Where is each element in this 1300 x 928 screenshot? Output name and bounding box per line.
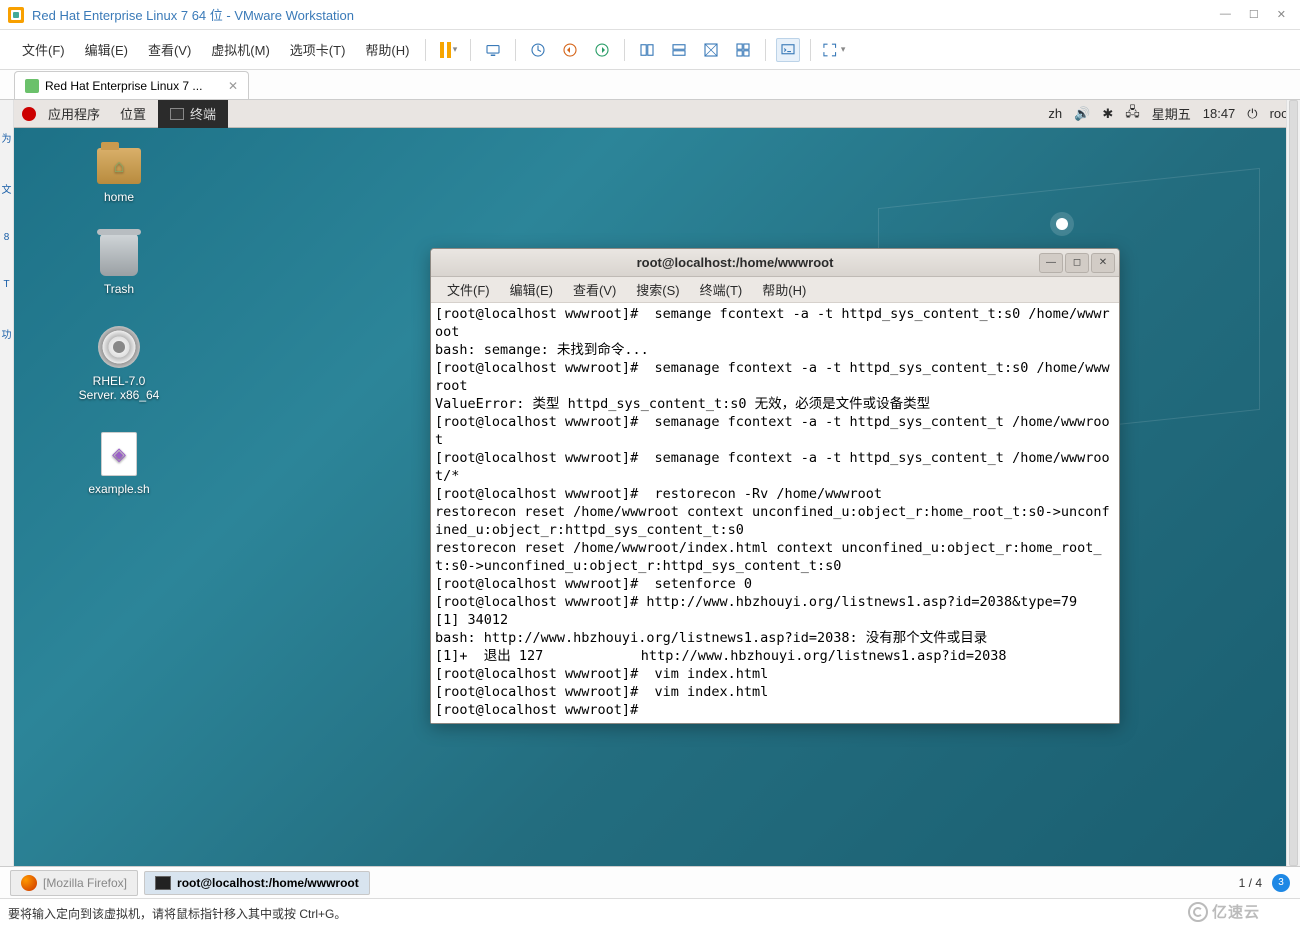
power-icon[interactable]: ⏻ xyxy=(1247,106,1257,122)
clock[interactable]: 18:47 xyxy=(1203,106,1236,121)
gnome-terminal-tab[interactable]: 终端 xyxy=(158,100,228,128)
layout-single-icon[interactable] xyxy=(635,38,659,62)
fullscreen-icon[interactable]: ▾ xyxy=(821,38,845,62)
desktop-icon-label: Trash xyxy=(104,282,134,296)
host-taskbar: [Mozilla Firefox] root@localhost:/home/w… xyxy=(0,866,1300,898)
guest-desktop[interactable]: 应用程序 位置 终端 zh 🔊 ✱ 🖧 星期五 18:47 ⏻ root xyxy=(14,100,1300,866)
vmware-status-bar: 要将输入定向到该虚拟机，请将鼠标指针移入其中或按 Ctrl+G。 xyxy=(0,898,1300,928)
desktop-icons: home Trash RHEL-7.0 Server. x86_64 examp… xyxy=(74,148,164,496)
terminal-body[interactable]: [root@localhost wwwroot]# semange fconte… xyxy=(431,303,1119,723)
taskbar-terminal-label: root@localhost:/home/wwwroot xyxy=(177,876,359,890)
pause-button[interactable]: ▾ xyxy=(436,38,460,62)
vmware-tabs-row: Red Hat Enterprise Linux 7 ... ✕ xyxy=(0,70,1300,100)
maximize-button[interactable]: ☐ xyxy=(1249,8,1259,21)
vmware-titlebar: Red Hat Enterprise Linux 7 64 位 - VMware… xyxy=(0,0,1300,30)
taskbar-terminal[interactable]: root@localhost:/home/wwwroot xyxy=(144,871,370,895)
strip-item: 功 xyxy=(2,326,12,341)
weekday: 星期五 xyxy=(1152,104,1191,123)
desktop-icon-label: example.sh xyxy=(88,482,149,496)
folder-icon xyxy=(97,148,141,184)
term-menu-search[interactable]: 搜索(S) xyxy=(626,280,689,299)
menu-edit[interactable]: 编辑(E) xyxy=(75,40,138,59)
snapshot-revert-icon[interactable] xyxy=(558,38,582,62)
terminal-menubar: 文件(F) 编辑(E) 查看(V) 搜索(S) 终端(T) 帮助(H) xyxy=(431,277,1119,303)
terminal-small-icon xyxy=(155,876,171,890)
strip-item: T xyxy=(3,279,9,290)
terminal-title: root@localhost:/home/wwwroot xyxy=(431,255,1039,270)
disc-icon xyxy=(98,326,140,368)
taskbar-firefox-label: [Mozilla Firefox] xyxy=(43,876,127,890)
terminal-close-button[interactable]: ✕ xyxy=(1091,253,1115,273)
snapshot-icon[interactable] xyxy=(526,38,550,62)
desktop-icon-label: home xyxy=(104,190,134,204)
notification-badge[interactable]: 3 xyxy=(1272,874,1290,892)
desktop-icon-disc[interactable]: RHEL-7.0 Server. x86_64 xyxy=(74,326,164,402)
scroll-thumb[interactable] xyxy=(1289,100,1298,866)
gnome-places[interactable]: 位置 xyxy=(112,104,154,123)
watermark-icon xyxy=(1188,902,1208,922)
watermark-text: 亿速云 xyxy=(1212,901,1260,922)
term-menu-file[interactable]: 文件(F) xyxy=(437,280,500,299)
watermark: 亿速云 xyxy=(1188,901,1260,922)
snapshot-manage-icon[interactable] xyxy=(590,38,614,62)
gnome-applications[interactable]: 应用程序 xyxy=(40,104,108,123)
bluetooth-icon[interactable]: ✱ xyxy=(1102,106,1113,122)
guest-scrollbar[interactable] xyxy=(1286,100,1300,866)
desktop-icon-label: RHEL-7.0 Server. x86_64 xyxy=(74,374,164,402)
term-menu-help[interactable]: 帮助(H) xyxy=(752,280,816,299)
terminal-icon xyxy=(170,108,184,120)
strip-item: 为 xyxy=(2,130,12,145)
network-icon[interactable]: 🖧 xyxy=(1125,103,1140,125)
vm-tab-close-icon[interactable]: ✕ xyxy=(228,79,238,93)
vmware-logo-icon xyxy=(8,7,24,23)
unity-icon[interactable] xyxy=(699,38,723,62)
desktop-icon-trash[interactable]: Trash xyxy=(74,234,164,296)
thumbnail-icon[interactable] xyxy=(731,38,755,62)
menu-tabs[interactable]: 选项卡(T) xyxy=(280,40,356,59)
term-menu-edit[interactable]: 编辑(E) xyxy=(500,280,563,299)
strip-item: 文 xyxy=(2,181,12,196)
vm-tab-icon xyxy=(25,79,39,93)
vm-tab-label: Red Hat Enterprise Linux 7 ... xyxy=(45,79,202,93)
volume-icon[interactable]: 🔊 xyxy=(1074,106,1090,122)
terminal-window[interactable]: root@localhost:/home/wwwroot — ◻ ✕ 文件(F)… xyxy=(430,248,1120,724)
firefox-icon xyxy=(21,875,37,891)
term-menu-view[interactable]: 查看(V) xyxy=(563,280,626,299)
workspace-indicator[interactable]: 1 / 4 xyxy=(1239,876,1262,890)
vmware-menubar: 文件(F) 编辑(E) 查看(V) 虚拟机(M) 选项卡(T) 帮助(H) ▾ … xyxy=(0,30,1300,70)
input-lang[interactable]: zh xyxy=(1048,106,1062,121)
desktop-icon-example[interactable]: example.sh xyxy=(74,432,164,496)
terminal-titlebar[interactable]: root@localhost:/home/wwwroot — ◻ ✕ xyxy=(431,249,1119,277)
menu-view[interactable]: 查看(V) xyxy=(138,40,201,59)
gnome-terminal-tab-label: 终端 xyxy=(190,104,216,123)
close-button[interactable]: ✕ xyxy=(1277,8,1286,21)
terminal-minimize-button[interactable]: — xyxy=(1039,253,1063,273)
term-menu-terminal[interactable]: 终端(T) xyxy=(690,280,753,299)
terminal-maximize-button[interactable]: ◻ xyxy=(1065,253,1089,273)
redhat-icon xyxy=(22,107,36,121)
menu-file[interactable]: 文件(F) xyxy=(12,40,75,59)
taskbar-firefox[interactable]: [Mozilla Firefox] xyxy=(10,870,138,896)
send-ctrl-alt-del-icon[interactable] xyxy=(481,38,505,62)
trash-icon xyxy=(100,234,138,276)
guest-area: 为 文 8 T 功 应用程序 位置 终端 zh 🔊 ✱ 🖧 星期五 xyxy=(0,100,1300,866)
vm-tab-rhel[interactable]: Red Hat Enterprise Linux 7 ... ✕ xyxy=(14,71,249,99)
strip-item: 8 xyxy=(4,232,10,243)
vmware-window-title: Red Hat Enterprise Linux 7 64 位 - VMware… xyxy=(32,5,1220,24)
layout-split-icon[interactable] xyxy=(667,38,691,62)
window-controls: — ☐ ✕ xyxy=(1220,8,1286,21)
script-file-icon xyxy=(101,432,137,476)
gnome-topbar: 应用程序 位置 终端 zh 🔊 ✱ 🖧 星期五 18:47 ⏻ root xyxy=(14,100,1300,128)
menu-help[interactable]: 帮助(H) xyxy=(355,40,419,59)
status-hint: 要将输入定向到该虚拟机，请将鼠标指针移入其中或按 Ctrl+G。 xyxy=(8,905,346,922)
desktop-icon-home[interactable]: home xyxy=(74,148,164,204)
console-icon[interactable] xyxy=(776,38,800,62)
host-left-strip: 为 文 8 T 功 xyxy=(0,100,14,866)
menu-vm[interactable]: 虚拟机(M) xyxy=(201,40,280,59)
minimize-button[interactable]: — xyxy=(1220,8,1231,21)
